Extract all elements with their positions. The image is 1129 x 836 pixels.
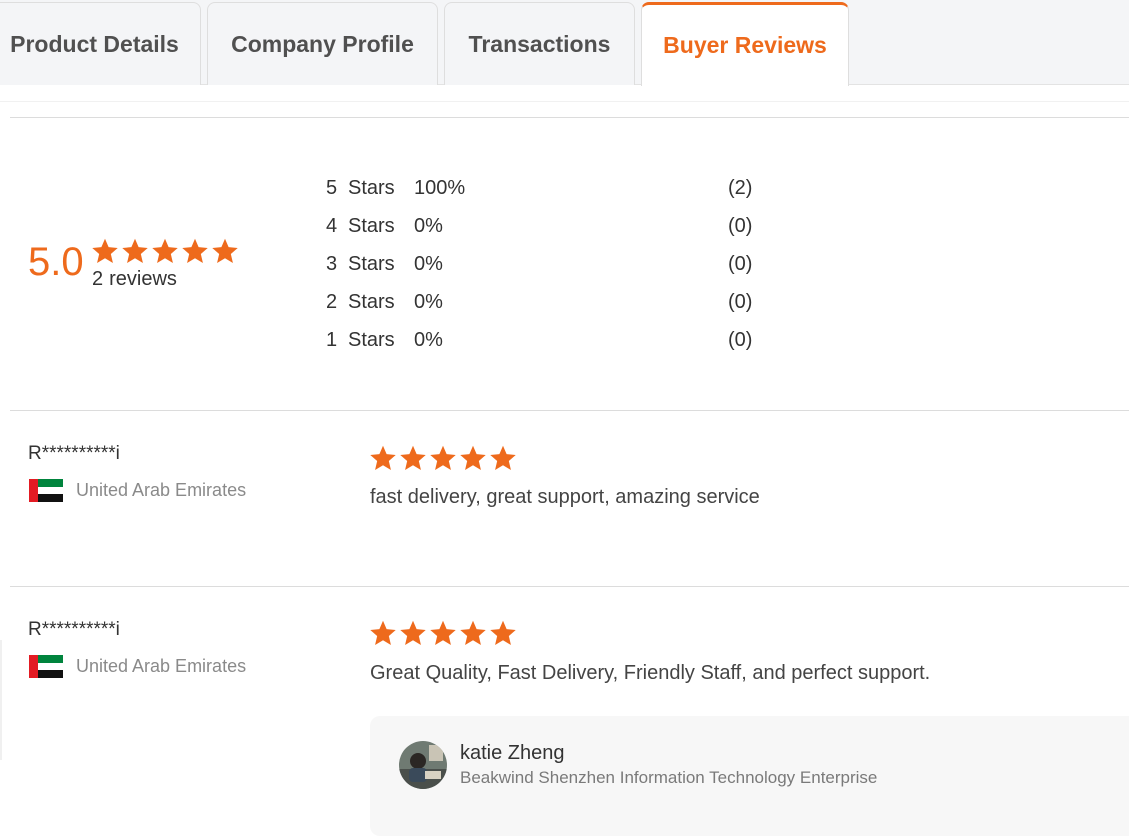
distribution-row-5: 5 Stars 100% (2) xyxy=(326,174,826,202)
star-icon xyxy=(122,238,148,264)
divider-review-1 xyxy=(10,586,1129,587)
star-icon xyxy=(460,445,486,471)
tab-product-details[interactable]: Product Details xyxy=(0,2,201,85)
country-name: United Arab Emirates xyxy=(76,480,247,500)
distribution-count: (0) xyxy=(728,215,753,237)
distribution-label: Stars xyxy=(348,253,395,275)
distribution-percent: 0% xyxy=(414,253,443,275)
distribution-label: Stars xyxy=(348,177,395,199)
distribution-label: Stars xyxy=(348,291,395,313)
distribution-stars: 4 xyxy=(326,215,338,237)
reviewer-name: R**********i xyxy=(28,619,120,640)
distribution-percent: 0% xyxy=(414,215,443,237)
uae-flag-icon xyxy=(29,655,63,678)
star-icon xyxy=(430,445,456,471)
distribution-stars: 2 xyxy=(326,291,338,313)
reviewer-name: R**********i xyxy=(28,443,120,464)
star-icon xyxy=(212,238,238,264)
star-icon xyxy=(460,620,486,646)
distribution-row-4: 4 Stars 0% (0) xyxy=(326,212,826,240)
distribution-label: Stars xyxy=(348,215,395,237)
distribution-count: (0) xyxy=(728,291,753,313)
review-count: 2 reviews xyxy=(92,268,177,291)
star-icon xyxy=(182,238,208,264)
star-icon xyxy=(430,620,456,646)
star-icon xyxy=(370,445,396,471)
distribution-label: Stars xyxy=(348,329,395,351)
average-rating: 5.0 xyxy=(28,240,84,284)
distribution-stars: 1 xyxy=(326,329,338,351)
country-name: United Arab Emirates xyxy=(76,656,247,676)
review-rating-stars xyxy=(369,619,517,647)
distribution-percent: 0% xyxy=(414,291,443,313)
star-icon xyxy=(490,620,516,646)
distribution-percent: 100% xyxy=(414,177,466,199)
distribution-percent: 0% xyxy=(414,329,443,351)
left-edge-shadow xyxy=(0,640,2,760)
uae-flag-icon xyxy=(29,479,63,502)
seller-reply-company: Beakwind Shenzhen Information Technology… xyxy=(460,768,878,787)
review-text: fast delivery, great support, amazing se… xyxy=(370,486,760,508)
distribution-stars: 5 xyxy=(326,177,338,199)
distribution-count: (2) xyxy=(728,177,753,199)
star-icon xyxy=(490,445,516,471)
divider-summary xyxy=(10,410,1129,411)
tab-transactions[interactable]: Transactions xyxy=(444,2,635,85)
distribution-stars: 3 xyxy=(326,253,338,275)
distribution-row-2: 2 Stars 0% (0) xyxy=(326,288,826,316)
review-rating-stars xyxy=(369,444,517,472)
distribution-count: (0) xyxy=(728,253,753,275)
reviewer-country: United Arab Emirates xyxy=(29,655,246,678)
reviewer-country: United Arab Emirates xyxy=(29,479,246,502)
average-rating-stars xyxy=(91,237,239,265)
divider-top xyxy=(10,117,1129,118)
tab-content-separator xyxy=(0,101,1129,102)
star-icon xyxy=(92,238,118,264)
star-icon xyxy=(400,620,426,646)
review-count-number: 2 xyxy=(92,268,104,290)
star-icon xyxy=(400,445,426,471)
star-icon xyxy=(152,238,178,264)
distribution-count: (0) xyxy=(728,329,753,351)
seller-avatar xyxy=(399,741,447,789)
star-icon xyxy=(370,620,396,646)
tab-buyer-reviews[interactable]: Buyer Reviews xyxy=(641,2,849,86)
seller-reply-name: katie Zheng xyxy=(460,742,565,764)
tab-bar: Product Details Company Profile Transact… xyxy=(0,0,1129,86)
avatar-photo xyxy=(399,741,447,789)
distribution-row-3: 3 Stars 0% (0) xyxy=(326,250,826,278)
review-text: Great Quality, Fast Delivery, Friendly S… xyxy=(370,662,931,684)
review-count-label: reviews xyxy=(109,268,177,290)
distribution-row-1: 1 Stars 0% (0) xyxy=(326,326,826,354)
tab-company-profile[interactable]: Company Profile xyxy=(207,2,438,85)
